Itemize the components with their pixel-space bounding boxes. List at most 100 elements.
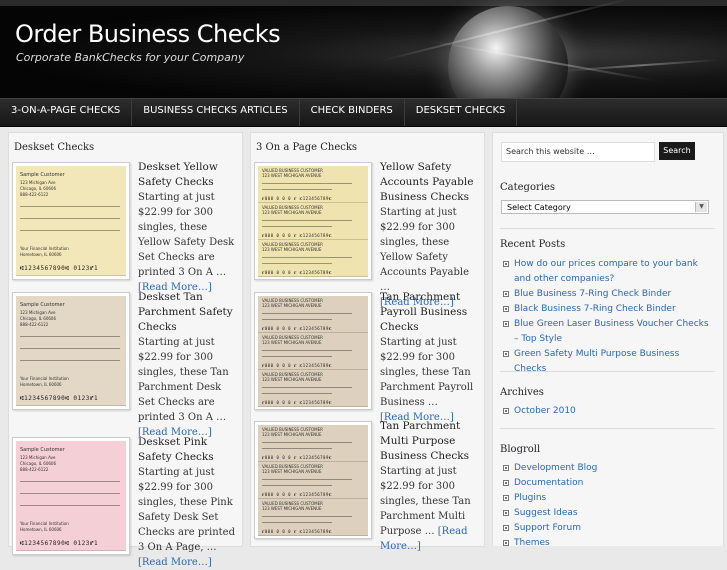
post-deskset-pink: Sample Customer 123 Michigan Ave Chicago, … [9, 434, 242, 568]
check-line [262, 448, 332, 449]
nav-item-check-binders[interactable]: CHECK BINDERS [300, 99, 405, 126]
link-text[interactable]: Documentation [503, 476, 713, 491]
excerpt-text: Starting at just $22.99 for 300 singles,… [380, 337, 474, 408]
check-text: 888-422-6122 [20, 467, 49, 472]
micr-line: ⑈000 0 0 0 ⑈ ⑆123456789⑆ [262, 363, 332, 368]
link-text[interactable]: Themes [503, 536, 713, 551]
divider [500, 371, 715, 372]
check-line [20, 348, 120, 349]
check-text: Sample Customer [20, 172, 65, 178]
excerpt-text: Starting at just $22.99 for 300 singles,… [138, 192, 235, 278]
post-title[interactable]: Deskset Pink Safety Checks [138, 435, 236, 465]
bullet-icon [503, 525, 509, 531]
post-title[interactable]: Tan Parchment Payroll Business Checks [380, 290, 478, 335]
check-line [262, 319, 332, 320]
check-text: 123 WEST MICHIGAN AVENUE [262, 173, 322, 178]
post-thumbnail[interactable]: Sample Customer 123 Michigan Ave Chicago, … [12, 437, 130, 555]
nav-item-deskset-checks[interactable]: DESKSET CHECKS [405, 99, 518, 126]
check-line [262, 183, 352, 184]
blogroll-link[interactable]: Suggest Ideas [503, 506, 713, 521]
link-text[interactable]: How do our prices compare to your bank a… [503, 257, 713, 287]
check-line [20, 336, 120, 337]
post-thumbnail[interactable]: VALUED BUSINESS CUSTOMER 123 WEST MICHIGA… [254, 421, 372, 539]
check-line [262, 387, 352, 388]
nav-item-3-on-a-page-checks[interactable]: 3-ON-A-PAGE CHECKS [0, 99, 133, 126]
check-line [262, 516, 352, 517]
recent-post-link[interactable]: Blue Green Laser Business Voucher Checks… [503, 317, 713, 347]
blogroll-link[interactable]: Support Forum [503, 521, 713, 536]
search-input[interactable]: Search this website … [501, 142, 655, 162]
post-title[interactable]: Tan Parchment Multi Purpose Business Che… [380, 419, 478, 464]
check-line [262, 257, 352, 258]
check-line [20, 218, 120, 219]
divider [500, 228, 715, 229]
post-thumbnail[interactable]: VALUED BUSINESS CUSTOMER 123 WEST MICHIGA… [254, 162, 372, 280]
three-on-a-page-column: 3 On a Page Checks VALUED BUSINESS CUSTO… [250, 132, 485, 552]
check-text: Hometown, IL 60606 [20, 382, 62, 387]
check-text: 123 Michigan Ave [20, 180, 56, 185]
link-text[interactable]: Plugins [503, 491, 713, 506]
column-heading[interactable]: Deskset Checks [9, 133, 242, 154]
post-excerpt: Starting at just $22.99 for 300 singles,… [138, 190, 238, 295]
chevron-down-icon[interactable]: ▼ [695, 202, 707, 212]
micr-line: ⑈000 0 0 0 ⑈ ⑆123456789⑆ [262, 400, 332, 405]
check-image: Sample Customer 123 Michigan Ave Chicago, … [16, 166, 126, 276]
nav-item-business-checks-articles[interactable]: BUSINESS CHECKS ARTICLES [132, 99, 300, 126]
post-thumbnail[interactable]: Sample Customer 123 Michigan Ave Chicago, … [12, 292, 130, 410]
post-title[interactable]: Yellow Safety Accounts Payable Business … [380, 160, 478, 205]
archive-link[interactable]: October 2010 [503, 404, 713, 419]
blogroll-link[interactable]: Documentation [503, 476, 713, 491]
check-text: Chicago, IL 60606 [20, 186, 57, 191]
check-text: Hometown, IL 60606 [20, 527, 62, 532]
check-text: 123 WEST MICHIGAN AVENUE [262, 469, 322, 474]
check-text: 123 Michigan Ave [20, 310, 56, 315]
check-line [262, 442, 352, 443]
check-image: VALUED BUSINESS CUSTOMER 123 WEST MICHIGA… [258, 425, 368, 462]
post-title[interactable]: Deskset Yellow Safety Checks [138, 160, 236, 190]
blogroll-link[interactable]: Development Blog [503, 461, 713, 476]
post-excerpt: Starting at just $22.99 for 300 singles,… [138, 465, 238, 570]
bullet-icon [503, 351, 509, 357]
bullet-icon [503, 261, 509, 267]
check-text: 888-422-6122 [20, 192, 49, 197]
check-text: Chicago, IL 60606 [20, 461, 57, 466]
link-text[interactable]: Black Business 7-Ring Check Binder [503, 302, 713, 317]
bullet-icon [503, 306, 509, 312]
post-deskset-yellow: Sample Customer 123 Michigan Ave Chicago, … [9, 159, 242, 293]
check-line [20, 360, 120, 361]
micr-line: ⑆1234567890⑆ 0123⑈1 [20, 265, 99, 272]
link-text[interactable]: Blue Green Laser Business Voucher Checks… [503, 317, 713, 347]
micr-line: ⑈000 0 0 0 ⑈ ⑆123456789⑆ [262, 455, 332, 460]
recent-post-link[interactable]: Black Business 7-Ring Check Binder [503, 302, 713, 317]
check-text: 123 WEST MICHIGAN AVENUE [262, 247, 322, 252]
category-select[interactable]: Select Category ▼ [501, 200, 709, 214]
post-tan-parchment-payroll: VALUED BUSINESS CUSTOMER 123 WEST MICHIGA… [251, 289, 484, 423]
check-line [262, 350, 352, 351]
bullet-icon [503, 465, 509, 471]
check-image: VALUED BUSINESS CUSTOMER 123 WEST MICHIGA… [258, 296, 368, 333]
blogroll-link[interactable]: Themes [503, 536, 713, 551]
link-text[interactable]: Green Safety Multi Purpose Business Chec… [503, 347, 713, 377]
link-text[interactable]: October 2010 [503, 404, 713, 419]
recent-post-link[interactable]: Blue Business 7-Ring Check Binder [503, 287, 713, 302]
check-line [20, 505, 120, 506]
site-title[interactable]: Order Business Checks [15, 20, 281, 48]
post-title[interactable]: Deskset Tan Parchment Safety Checks [138, 290, 236, 335]
link-text[interactable]: Blue Business 7-Ring Check Binder [503, 287, 713, 302]
blogroll-link[interactable]: Plugins [503, 491, 713, 506]
category-select-value: Select Category [507, 203, 571, 212]
column-heading[interactable]: 3 On a Page Checks [251, 133, 484, 154]
recent-post-link[interactable]: Green Safety Multi Purpose Business Chec… [503, 347, 713, 377]
link-text[interactable]: Support Forum [503, 521, 713, 536]
check-line [262, 522, 332, 523]
link-text[interactable]: Suggest Ideas [503, 506, 713, 521]
post-deskset-tan: Sample Customer 123 Michigan Ave Chicago, … [9, 289, 242, 438]
check-text: 123 Michigan Ave [20, 455, 56, 460]
read-more-link[interactable]: [Read More…] [138, 557, 212, 568]
post-thumbnail[interactable]: VALUED BUSINESS CUSTOMER 123 WEST MICHIGA… [254, 292, 372, 410]
check-line [262, 189, 332, 190]
link-text[interactable]: Development Blog [503, 461, 713, 476]
post-thumbnail[interactable]: Sample Customer 123 Michigan Ave Chicago, … [12, 162, 130, 280]
recent-post-link[interactable]: How do our prices compare to your bank a… [503, 257, 713, 287]
search-button[interactable]: Search [659, 142, 695, 160]
